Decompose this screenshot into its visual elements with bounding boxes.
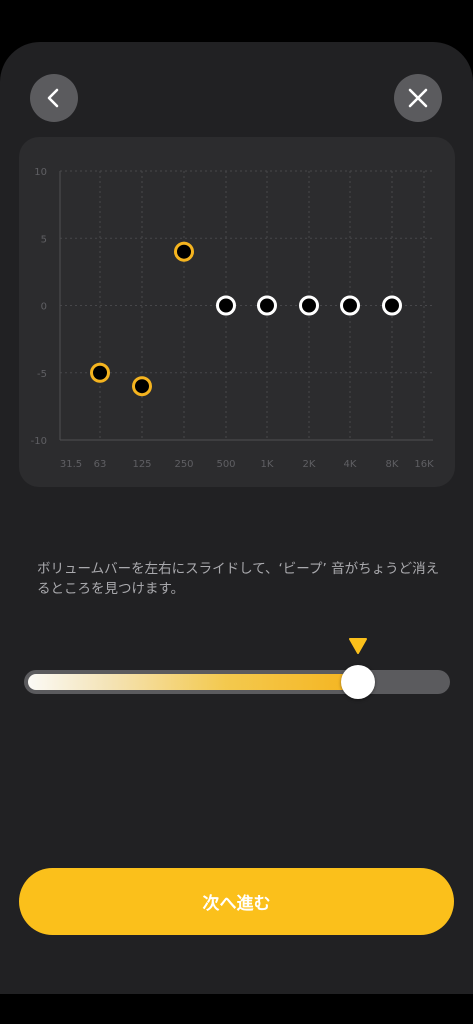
audiogram-chart: 10 5 0 -5 -10 31.5 63 125 250 500 1K 2K 4K 8K 16K	[19, 137, 455, 487]
data-point-pending	[299, 295, 319, 316]
data-point-pending	[216, 295, 236, 316]
x-tick-label: 31.5	[60, 459, 82, 470]
y-tick-label: -5	[37, 369, 47, 380]
x-tick-label: 63	[94, 459, 107, 470]
x-tick-label: 4K	[344, 459, 357, 470]
data-point-tested	[132, 376, 152, 397]
y-tick-label: 0	[41, 302, 47, 313]
chevron-left-icon	[47, 88, 59, 108]
slider-fill	[28, 674, 358, 690]
slider-thumb[interactable]	[340, 665, 375, 699]
x-tick-label: 8K	[386, 459, 399, 470]
close-button[interactable]	[394, 74, 442, 122]
data-point-tested	[90, 362, 110, 383]
x-tick-label: 500	[216, 459, 235, 470]
data-point-pending	[382, 295, 402, 316]
slider-marker-icon	[348, 638, 367, 654]
bottom-sheet: 10 5 0 -5 -10 31.5 63 125 250 500 1K 2K 4K 8K 16K ボリュー…	[0, 42, 473, 994]
x-tick-label: 1K	[261, 459, 274, 470]
y-tick-label: 10	[34, 167, 47, 178]
audiogram-plot: 10 5 0 -5 -10 31.5 63 125 250 500 1K 2K 4K 8K 16K	[31, 167, 434, 470]
volume-slider[interactable]	[24, 632, 450, 702]
close-icon	[408, 88, 428, 108]
x-tick-label: 2K	[303, 459, 316, 470]
data-point-tested	[174, 241, 194, 262]
x-tick-label: 16K	[414, 459, 434, 470]
back-button[interactable]	[30, 74, 78, 122]
y-tick-label: -10	[31, 436, 47, 447]
data-point-pending	[257, 295, 277, 316]
x-tick-label: 250	[174, 459, 193, 470]
next-button[interactable]: 次へ進む	[19, 868, 454, 935]
x-tick-label: 125	[132, 459, 151, 470]
data-point-pending	[340, 295, 360, 316]
instruction-text: ボリュームバーを左右にスライドして、‘ビープ’ 音がちょうど消えるところを見つけ…	[37, 561, 440, 597]
y-tick-label: 5	[41, 234, 47, 245]
